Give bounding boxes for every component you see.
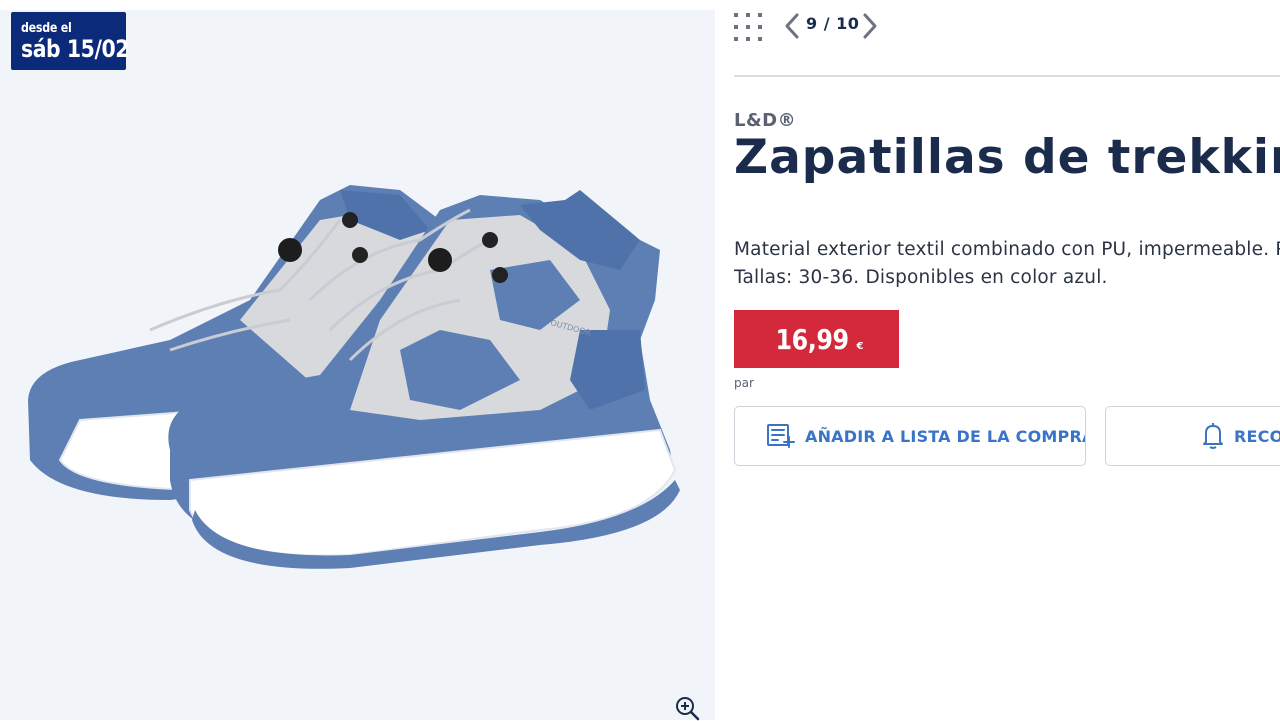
description-line-1: Material exterior textil combinado con P… xyxy=(734,239,1280,260)
reminder-button[interactable]: RECO xyxy=(1105,406,1280,466)
top-strip xyxy=(0,0,715,10)
image-pager: 9 / 10 xyxy=(806,14,860,33)
chevron-right-icon[interactable] xyxy=(860,12,880,40)
price-tag: 16,99 € xyxy=(734,310,899,368)
product-description: Material exterior textil combinado con P… xyxy=(734,236,1280,292)
reminder-label: RECO xyxy=(1234,426,1280,446)
add-to-list-label: AÑADIR A LISTA DE LA COMPRA xyxy=(805,426,1086,446)
grid-icon[interactable] xyxy=(734,13,762,41)
bell-icon xyxy=(1203,423,1223,449)
description-line-2: Tallas: 30-36. Disponibles en color azul… xyxy=(734,267,1108,288)
shopping-list-icon xyxy=(767,424,795,448)
chevron-left-icon[interactable] xyxy=(782,12,802,40)
zoom-in-icon[interactable] xyxy=(674,695,700,721)
badge-line-2: sáb 15/02 xyxy=(21,35,130,63)
price-amount: 16,99 xyxy=(775,323,850,356)
price-currency: € xyxy=(856,341,864,352)
badge-line-1: desde el xyxy=(21,21,72,36)
divider xyxy=(734,75,1280,77)
product-image-panel: desde el sáb 15/02 OUTDOOR xyxy=(0,0,715,721)
availability-date-badge: desde el sáb 15/02 xyxy=(11,12,130,70)
product-image[interactable]: OUTDOOR xyxy=(20,180,690,580)
price-unit: par xyxy=(734,376,754,390)
add-to-shopping-list-button[interactable]: AÑADIR A LISTA DE LA COMPRA xyxy=(734,406,1086,466)
product-brand: L&D® xyxy=(734,110,797,131)
product-title: Zapatillas de trekking xyxy=(734,130,1280,185)
